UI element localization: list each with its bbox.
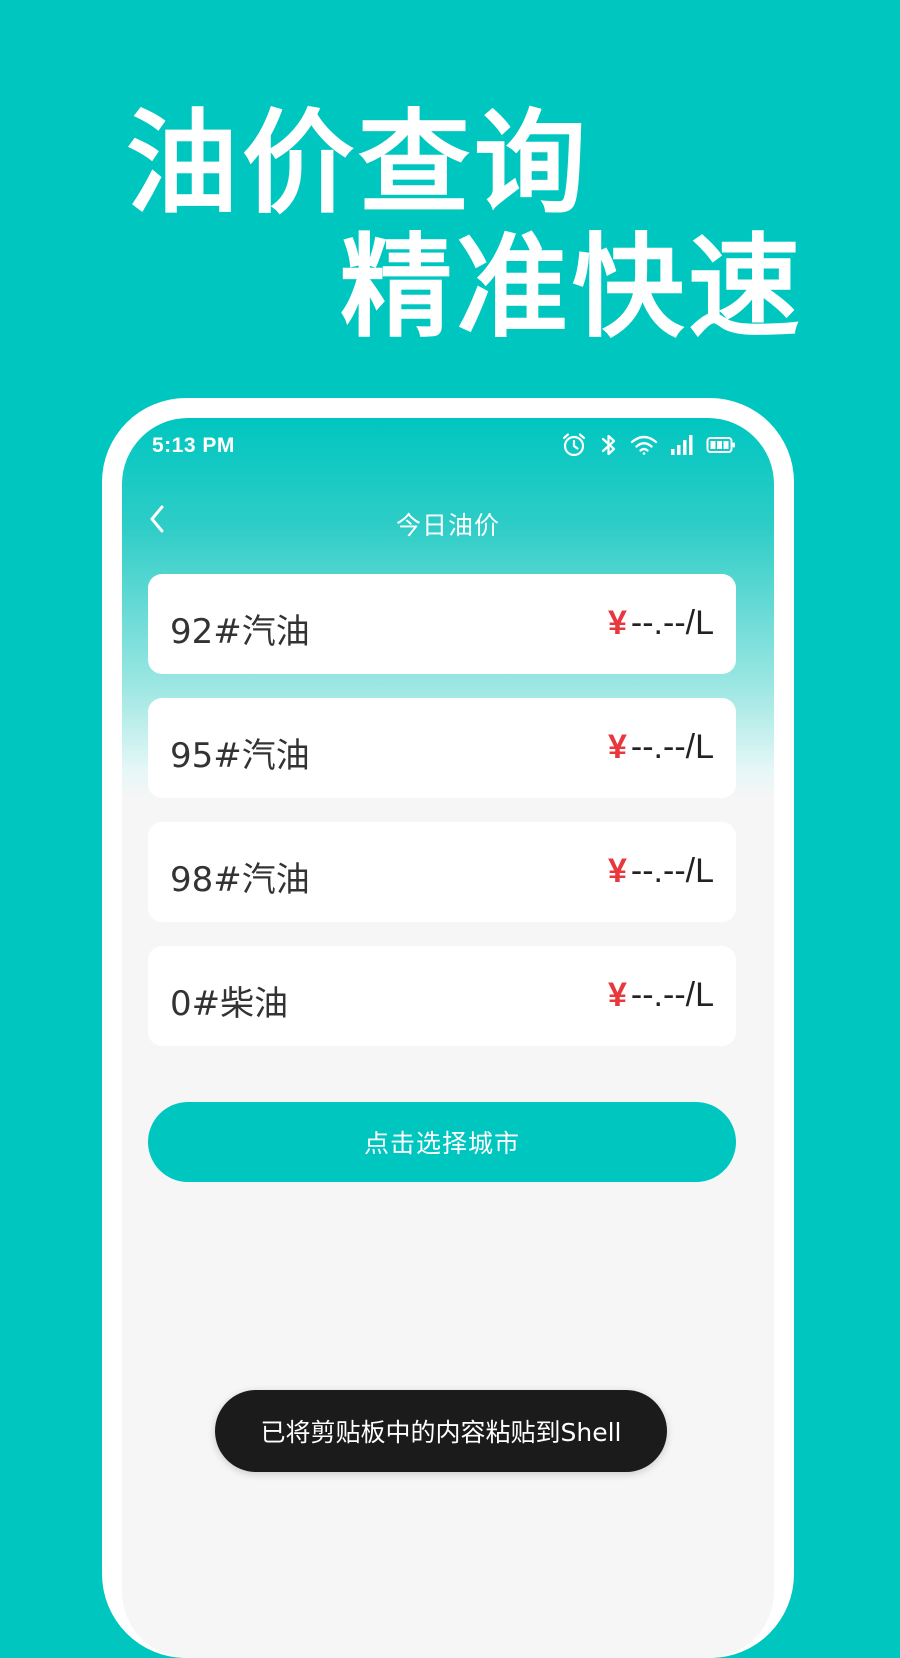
price-value: --.--/L: [630, 852, 714, 890]
promo-banner: 油价查询 精准快速: [0, 0, 900, 400]
fuel-name: 95#汽油: [170, 736, 310, 776]
currency-symbol: ¥: [607, 852, 627, 890]
bluetooth-icon: [600, 432, 618, 458]
fuel-price: ¥ --.--/L: [608, 852, 714, 891]
status-time: 5:13 PM: [152, 434, 235, 457]
wifi-icon: [630, 434, 658, 456]
nav-bar: 今日油价: [122, 496, 774, 546]
page-title: 今日油价: [395, 511, 500, 540]
currency-symbol: ¥: [607, 728, 627, 766]
price-card-92[interactable]: 92#汽油 ¥ --.--/L: [148, 574, 736, 674]
fuel-price: ¥ --.--/L: [608, 976, 714, 1015]
price-value: --.--/L: [630, 976, 714, 1014]
fuel-name: 0#柴油: [170, 984, 289, 1024]
promo-headline-line2: 精准快速: [340, 223, 804, 353]
price-card-95[interactable]: 95#汽油 ¥ --.--/L: [148, 698, 736, 798]
price-card-diesel-0[interactable]: 0#柴油 ¥ --.--/L: [148, 946, 736, 1046]
price-card-98[interactable]: 98#汽油 ¥ --.--/L: [148, 822, 736, 922]
currency-symbol: ¥: [607, 976, 627, 1014]
signal-icon: [670, 434, 694, 456]
fuel-name: 92#汽油: [170, 612, 310, 652]
status-bar: 5:13 PM: [122, 418, 774, 476]
battery-icon: [706, 435, 736, 455]
status-icons: [560, 430, 736, 460]
toast-message: 已将剪贴板中的内容粘贴到Shell: [215, 1390, 667, 1472]
fuel-price: ¥ --.--/L: [608, 604, 714, 643]
promo-headline-line1: 油价查询: [126, 99, 590, 229]
fuel-price: ¥ --.--/L: [608, 728, 714, 767]
currency-symbol: ¥: [607, 604, 627, 642]
phone-screen: 5:13 PM 今日油价 92#汽油 ¥ --.--/L 95#汽油 ¥ --.…: [122, 418, 774, 1658]
fuel-name: 98#汽油: [170, 860, 310, 900]
alarm-icon: [560, 431, 588, 459]
price-value: --.--/L: [630, 728, 714, 766]
select-city-button[interactable]: 点击选择城市: [148, 1102, 736, 1182]
price-value: --.--/L: [630, 604, 714, 642]
